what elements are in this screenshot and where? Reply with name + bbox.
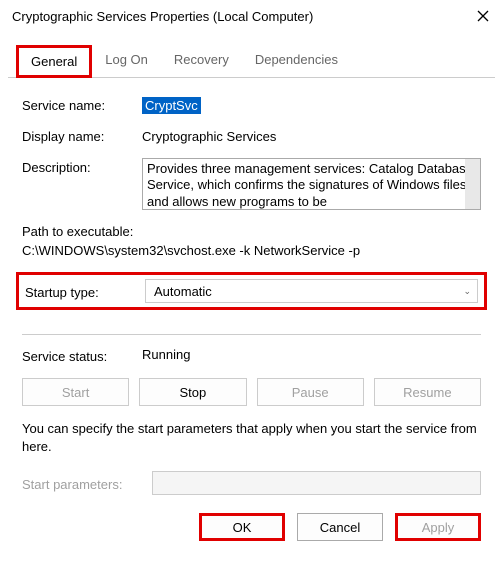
- apply-button: Apply: [395, 513, 481, 541]
- divider: [22, 334, 481, 335]
- dialog-footer: OK Cancel Apply: [0, 513, 503, 541]
- pause-button: Pause: [257, 378, 364, 406]
- start-button: Start: [22, 378, 129, 406]
- start-parameters-label: Start parameters:: [22, 475, 152, 492]
- description-label: Description:: [22, 158, 142, 175]
- tab-content: Service name: CryptSvc Display name: Cry…: [0, 78, 503, 495]
- tab-logon[interactable]: Log On: [92, 45, 161, 78]
- start-parameters-hint: You can specify the start parameters tha…: [22, 420, 481, 455]
- description-scrollbar[interactable]: [465, 159, 480, 209]
- tab-recovery[interactable]: Recovery: [161, 45, 242, 78]
- service-status-value: Running: [142, 347, 190, 364]
- startup-type-row: Startup type: Automatic ⌄: [16, 272, 487, 310]
- display-name-value: Cryptographic Services: [142, 127, 276, 144]
- resume-button: Resume: [374, 378, 481, 406]
- service-name-label: Service name:: [22, 96, 142, 113]
- path-value: C:\WINDOWS\system32\svchost.exe -k Netwo…: [22, 243, 481, 258]
- tab-dependencies[interactable]: Dependencies: [242, 45, 351, 78]
- description-text: Provides three management services: Cata…: [147, 161, 473, 209]
- service-name-value[interactable]: CryptSvc: [142, 97, 201, 114]
- startup-type-label: Startup type:: [25, 283, 145, 300]
- chevron-down-icon: ⌄: [463, 286, 471, 297]
- startup-type-value: Automatic: [154, 284, 212, 299]
- path-label: Path to executable:: [22, 224, 481, 239]
- tab-general[interactable]: General: [16, 45, 92, 78]
- tab-bar: General Log On Recovery Dependencies: [8, 44, 495, 78]
- stop-button[interactable]: Stop: [139, 378, 246, 406]
- titlebar: Cryptographic Services Properties (Local…: [0, 0, 503, 32]
- ok-button[interactable]: OK: [199, 513, 285, 541]
- window-title: Cryptographic Services Properties (Local…: [12, 9, 313, 24]
- start-parameters-input: [152, 471, 481, 495]
- close-icon[interactable]: [475, 8, 491, 24]
- service-status-label: Service status:: [22, 347, 142, 364]
- description-box[interactable]: Provides three management services: Cata…: [142, 158, 481, 210]
- display-name-label: Display name:: [22, 127, 142, 144]
- startup-type-select[interactable]: Automatic ⌄: [145, 279, 478, 303]
- cancel-button[interactable]: Cancel: [297, 513, 383, 541]
